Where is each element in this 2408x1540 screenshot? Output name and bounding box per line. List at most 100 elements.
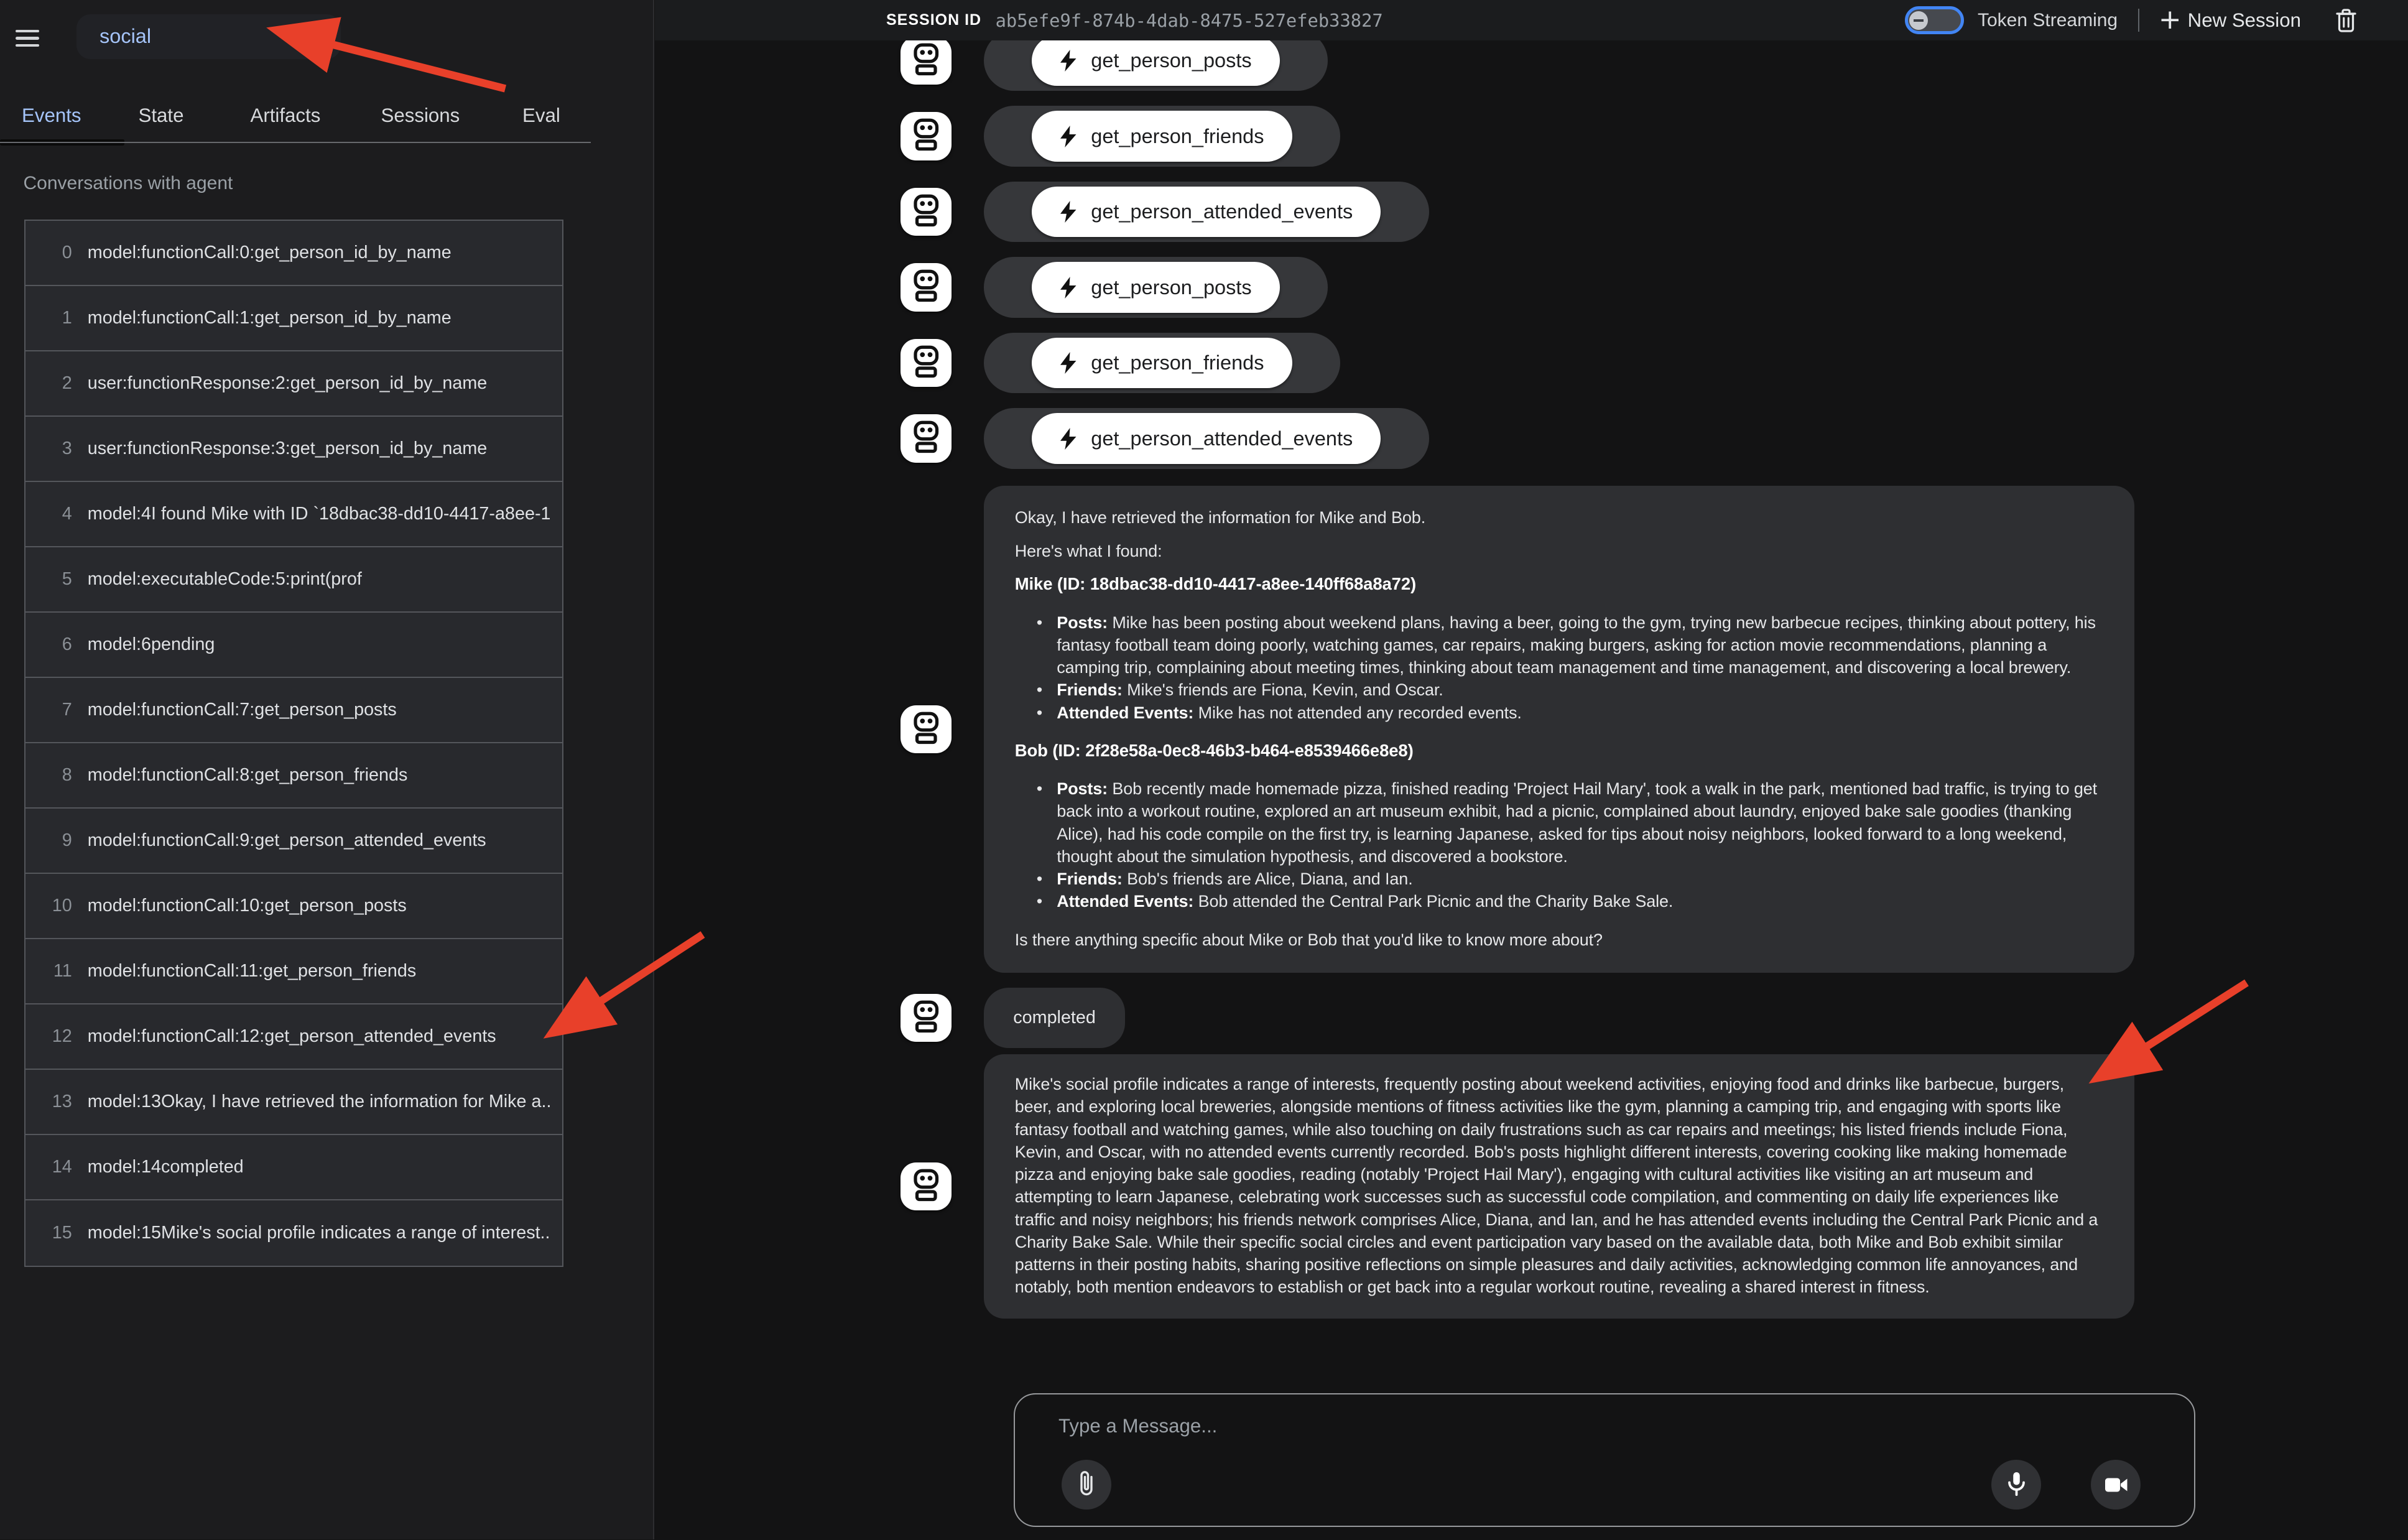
bolt-icon [1060, 50, 1077, 72]
function-call-chip[interactable]: get_person_posts [984, 40, 1328, 91]
function-call-chip[interactable]: get_person_attended_events [984, 408, 1429, 469]
attach-file-button[interactable] [1062, 1460, 1111, 1510]
robot-icon [901, 414, 952, 463]
event-index: 12 [38, 1026, 72, 1047]
robot-icon [901, 1162, 952, 1211]
message-bullet: Friends: Mike's friends are Fiona, Kevin… [1057, 679, 2103, 701]
event-row[interactable]: 8 model:functionCall:8:get_person_friends [25, 743, 563, 809]
event-label: model:functionCall:1:get_person_id_by_na… [88, 308, 452, 328]
event-row[interactable]: 7model:functionCall:7:get_person_posts [25, 678, 563, 743]
bot-avatar [901, 1162, 952, 1211]
event-row[interactable]: 6model:6pending [25, 613, 563, 678]
event-index: 6 [38, 634, 72, 655]
sidebar-tabs: Events State Artifacts Sessions Eval [0, 93, 622, 140]
microphone-icon [2003, 1470, 2031, 1500]
function-name: get_person_attended_events [1091, 427, 1353, 450]
event-index: 5 [38, 569, 72, 590]
agent-select-dropdown[interactable]: social [76, 14, 341, 60]
robot-icon [901, 40, 952, 85]
robot-icon [901, 705, 952, 754]
event-row[interactable]: 9model:functionCall:9:get_person_attende… [25, 809, 563, 874]
event-label: user:functionResponse:3:get_person_id_by… [88, 438, 488, 459]
event-index: 11 [38, 961, 72, 981]
new-session-button[interactable]: New Session [2160, 9, 2301, 32]
event-label: model:4I found Mike with ID `18dbac38-dd… [88, 504, 550, 524]
event-row[interactable]: 12 model:functionCall:12:get_person_atten… [25, 1004, 563, 1070]
video-button[interactable] [2091, 1460, 2141, 1510]
plus-icon [2160, 10, 2180, 30]
event-row[interactable]: 10model:functionCall:10:get_person_posts [25, 874, 563, 939]
tab-sessions[interactable]: Sessions [381, 104, 460, 127]
function-call-pill[interactable]: get_person_posts [1032, 262, 1279, 312]
summary-row: Mike's social profile indicates a range … [655, 1054, 2134, 1319]
message-composer [1014, 1393, 2195, 1527]
message-bullet: Posts: Mike has been posting about weeke… [1057, 611, 2103, 679]
robot-icon [901, 994, 952, 1042]
tool-call-row: get_person_posts [655, 257, 2408, 318]
event-label: model:functionCall:8:get_person_friends [88, 765, 408, 786]
event-label: model:executableCode:5:print(prof [88, 569, 362, 590]
tool-call-row: get_person_friends [655, 106, 2408, 167]
message-bullet: Friends: Bob's friends are Alice, Diana,… [1057, 868, 2103, 890]
function-call-chip[interactable]: get_person_friends [984, 333, 1340, 394]
function-name: get_person_posts [1091, 49, 1251, 72]
bolt-icon [1060, 126, 1077, 147]
event-row[interactable]: 3user:functionResponse:3:get_person_id_b… [25, 417, 563, 482]
message-bullet-list: Posts: Bob recently made homemade pizza,… [1015, 777, 2103, 913]
function-call-pill[interactable]: get_person_posts [1032, 40, 1279, 86]
function-call-chip[interactable]: get_person_attended_events [984, 182, 1429, 243]
token-streaming-label: Token Streaming [1978, 10, 2118, 31]
event-row[interactable]: 4 model:4I found Mike with ID `18dbac38-d… [25, 482, 563, 547]
event-row[interactable]: 1 model:functionCall:1:get_person_id_by_n… [25, 286, 563, 351]
token-streaming-toggle[interactable] [1905, 6, 1964, 34]
function-call-pill[interactable]: get_person_friends [1032, 111, 1292, 161]
tool-call-row: get_person_posts [655, 40, 2408, 91]
event-row[interactable]: 15model:15Mike's social profile indicate… [25, 1200, 563, 1266]
tab-state[interactable]: State [139, 104, 184, 127]
function-name: get_person_posts [1091, 276, 1251, 299]
tool-call-row: get_person_attended_events [655, 182, 2408, 243]
function-call-pill[interactable]: get_person_attended_events [1032, 187, 1381, 237]
event-row[interactable]: 0model:functionCall:0:get_person_id_by_n… [25, 221, 563, 286]
tab-artifacts[interactable]: Artifacts [251, 104, 321, 127]
tab-events[interactable]: Events [22, 104, 81, 127]
function-call-pill[interactable]: get_person_attended_events [1032, 413, 1381, 463]
bolt-icon [1060, 352, 1077, 374]
message-input[interactable] [1055, 1413, 1994, 1439]
function-call-chip[interactable]: get_person_posts [984, 257, 1328, 318]
event-index: 8 [38, 765, 72, 786]
event-row[interactable]: 13model:13Okay, I have retrieved the inf… [25, 1070, 563, 1135]
menu-icon[interactable] [16, 30, 39, 47]
event-index: 13 [38, 1092, 72, 1112]
bot-avatar [901, 705, 952, 754]
message-bullet-list: Posts: Mike has been posting about weeke… [1015, 611, 2103, 724]
event-row[interactable]: 5 model:executableCode:5:print(prof [25, 547, 563, 613]
robot-icon [901, 339, 952, 387]
function-name: get_person_friends [1091, 351, 1264, 374]
function-call-chip[interactable]: get_person_friends [984, 106, 1340, 167]
agent-message-row: Okay, I have retrieved the information f… [655, 486, 2408, 973]
microphone-button[interactable] [1991, 1460, 2041, 1510]
paperclip-icon [1074, 1470, 1099, 1500]
function-name: get_person_attended_events [1091, 200, 1353, 223]
bot-avatar [901, 994, 952, 1042]
bot-avatar [901, 339, 952, 387]
event-label: model:functionCall:12:get_person_attende… [88, 1026, 496, 1047]
event-row[interactable]: 11model:functionCall:11:get_person_frien… [25, 939, 563, 1004]
event-index: 2 [38, 373, 72, 394]
event-list: 0model:functionCall:0:get_person_id_by_n… [24, 220, 564, 1267]
event-row[interactable]: 2user:functionResponse:2:get_person_id_b… [25, 351, 563, 417]
trash-icon [2335, 8, 2357, 33]
event-row[interactable]: 14model:14completed [25, 1135, 563, 1200]
bot-avatar [901, 40, 952, 85]
new-session-label: New Session [2188, 9, 2301, 32]
event-index: 4 [38, 504, 72, 524]
bolt-icon [1060, 277, 1077, 299]
event-index: 1 [38, 308, 72, 328]
function-call-pill[interactable]: get_person_friends [1032, 338, 1292, 388]
videocam-icon [2102, 1471, 2130, 1499]
sidebar-section-title: Conversations with agent [24, 173, 233, 194]
tab-eval[interactable]: Eval [522, 104, 560, 127]
message-paragraph: Here's what I found: [1015, 540, 2103, 562]
delete-session-button[interactable] [2335, 8, 2357, 33]
